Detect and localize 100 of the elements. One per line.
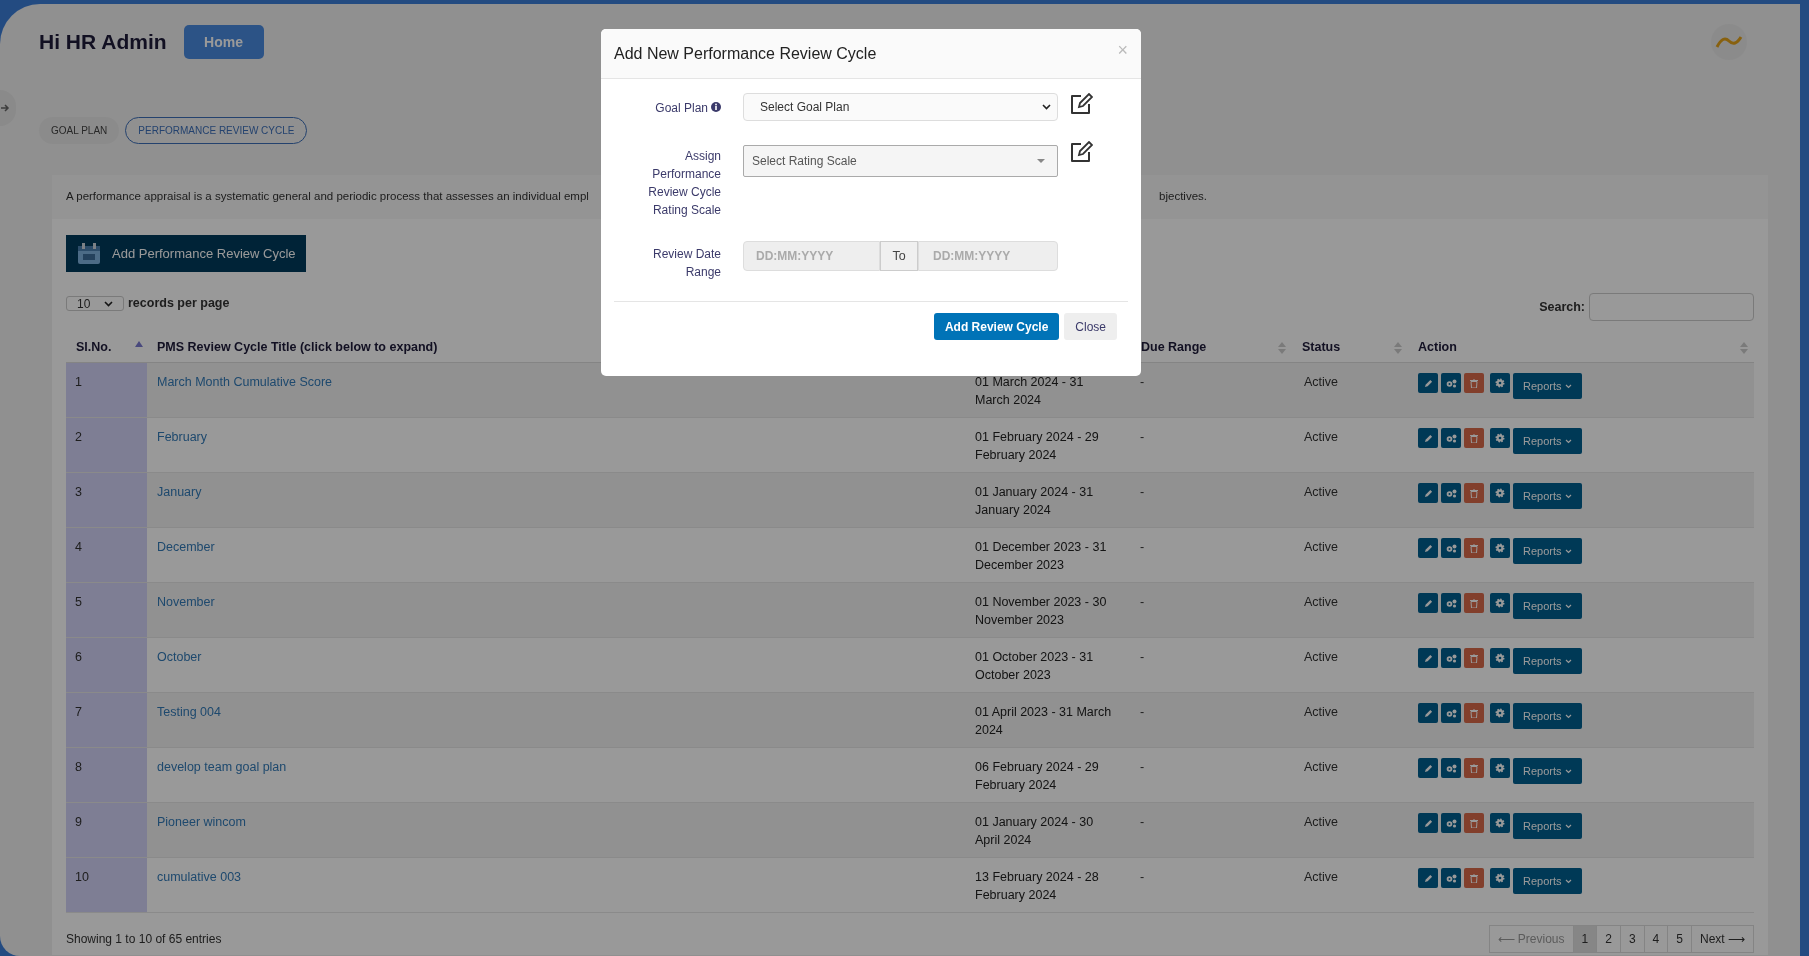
table-cell: 4 (66, 528, 147, 582)
settings-button[interactable] (1490, 373, 1510, 393)
settings-button[interactable] (1490, 758, 1510, 778)
delete-button[interactable] (1464, 648, 1484, 668)
sort-ascending-icon[interactable] (135, 340, 143, 347)
rating-scale-select[interactable]: Select Rating Scale (743, 145, 1058, 177)
edit-button[interactable] (1418, 648, 1438, 668)
reports-button[interactable]: Reports (1513, 483, 1582, 509)
edit-button[interactable] (1418, 483, 1438, 503)
add-review-cycle-button[interactable]: Add Review Cycle (933, 313, 1060, 340)
assign-button[interactable] (1441, 703, 1461, 723)
cycle-title-link[interactable]: Testing 004 (157, 705, 221, 719)
reports-button[interactable]: Reports (1513, 428, 1582, 454)
delete-button[interactable] (1464, 758, 1484, 778)
page-button[interactable]: Next ⟶ (1691, 925, 1754, 953)
page-button[interactable]: 3 (1619, 925, 1645, 953)
settings-icon (1495, 598, 1505, 608)
delete-button[interactable] (1464, 868, 1484, 888)
edit-button[interactable] (1418, 758, 1438, 778)
date-to-field[interactable]: DD:MM:YYYY (918, 241, 1058, 271)
cycle-title-link[interactable]: March Month Cumulative Score (157, 375, 333, 389)
table-cell-text: Active (1303, 594, 1340, 611)
edit-button[interactable] (1418, 538, 1438, 558)
greeting: Hi HR Admin (39, 29, 167, 56)
home-button[interactable]: Home (183, 25, 264, 59)
sidebar-toggle[interactable] (0, 90, 16, 126)
cycle-title-link[interactable]: November (157, 595, 215, 609)
assign-button[interactable] (1441, 593, 1461, 613)
search-field[interactable] (1589, 293, 1754, 321)
gears-icon (1445, 818, 1457, 828)
cycle-title-link[interactable]: develop team goal plan (157, 760, 287, 774)
page-length-select[interactable]: 10 (66, 296, 124, 312)
reports-button[interactable]: Reports (1513, 373, 1582, 399)
assign-button[interactable] (1441, 868, 1461, 888)
column-header[interactable]: PMS Review Cycle Title (click below to expand) (157, 338, 438, 357)
cycle-title-link[interactable]: cumulative 003 (157, 870, 242, 884)
date-from-field[interactable]: DD:MM:YYYY (743, 241, 880, 271)
column-header[interactable]: Action (1418, 338, 1457, 357)
assign-button[interactable] (1441, 648, 1461, 668)
edit-button[interactable] (1418, 373, 1438, 393)
settings-button[interactable] (1490, 593, 1510, 613)
reports-button[interactable]: Reports (1513, 538, 1582, 564)
settings-button[interactable] (1490, 648, 1510, 668)
reports-button[interactable]: Reports (1513, 813, 1582, 839)
page-button[interactable]: 2 (1596, 925, 1621, 953)
delete-button[interactable] (1464, 538, 1484, 558)
delete-button[interactable] (1464, 813, 1484, 833)
settings-button[interactable] (1490, 483, 1510, 503)
trash-icon (1470, 763, 1478, 773)
assign-button[interactable] (1441, 428, 1461, 448)
chevron-icon (104, 300, 113, 307)
edit-icon[interactable] (1069, 141, 1093, 163)
settings-button[interactable] (1490, 703, 1510, 723)
settings-button[interactable] (1490, 428, 1510, 448)
assign-button[interactable] (1441, 538, 1461, 558)
column-header[interactable]: Status (1302, 338, 1341, 357)
close-button[interactable]: Close (1064, 313, 1117, 340)
assign-button[interactable] (1441, 758, 1461, 778)
delete-button[interactable] (1464, 483, 1484, 503)
delete-button[interactable] (1464, 703, 1484, 723)
column-header[interactable]: Due Range (1141, 338, 1207, 357)
field-label: Review Date Range (651, 246, 721, 281)
table-cell-text: 01 January 2024 - 30 April 2024 (974, 814, 1095, 849)
delete-button[interactable] (1464, 428, 1484, 448)
reports-button[interactable]: Reports (1513, 648, 1582, 674)
reports-button[interactable]: Reports (1513, 758, 1582, 784)
chevron-icon (1042, 104, 1051, 110)
edit-button[interactable] (1418, 703, 1438, 723)
table-cell-text: - (1139, 649, 1146, 666)
settings-button[interactable] (1490, 868, 1510, 888)
settings-button[interactable] (1490, 538, 1510, 558)
edit-button[interactable] (1418, 593, 1438, 613)
edit-icon[interactable] (1069, 93, 1093, 115)
cycle-title-link[interactable]: December (157, 540, 215, 554)
cycle-title-link[interactable]: Pioneer wincom (157, 815, 246, 829)
delete-button[interactable] (1464, 593, 1484, 613)
add-cycle-button[interactable]: Add Performance Review Cycle (66, 235, 306, 272)
table-cell-text: 06 February 2024 - 29 February 2024 (974, 759, 1100, 794)
table-cell-text: Active (1303, 429, 1340, 446)
reports-button[interactable]: Reports (1513, 868, 1582, 894)
edit-button[interactable] (1418, 868, 1438, 888)
assign-button[interactable] (1441, 813, 1461, 833)
assign-button[interactable] (1441, 373, 1461, 393)
tab[interactable]: GOAL PLAN (39, 117, 120, 144)
reports-button[interactable]: Reports (1513, 593, 1582, 619)
assign-button[interactable] (1441, 483, 1461, 503)
reports-button[interactable]: Reports (1513, 703, 1582, 729)
edit-button[interactable] (1418, 428, 1438, 448)
calendar-icon (76, 241, 102, 266)
settings-button[interactable] (1490, 813, 1510, 833)
delete-button[interactable] (1464, 373, 1484, 393)
column-header[interactable]: Sl.No. (76, 338, 112, 357)
table-cell-text: 01 December 2023 - 31 December 2023 (974, 539, 1108, 574)
goal-plan-select[interactable]: Select Goal Plan (743, 93, 1058, 121)
table-cell-text: Active (1303, 759, 1340, 776)
cycle-title-link[interactable]: October (157, 650, 202, 664)
cycle-title-link[interactable]: January (157, 485, 202, 499)
page-button[interactable]: 5 (1667, 925, 1692, 953)
edit-button[interactable] (1418, 813, 1438, 833)
cycle-title-link[interactable]: February (157, 430, 208, 444)
